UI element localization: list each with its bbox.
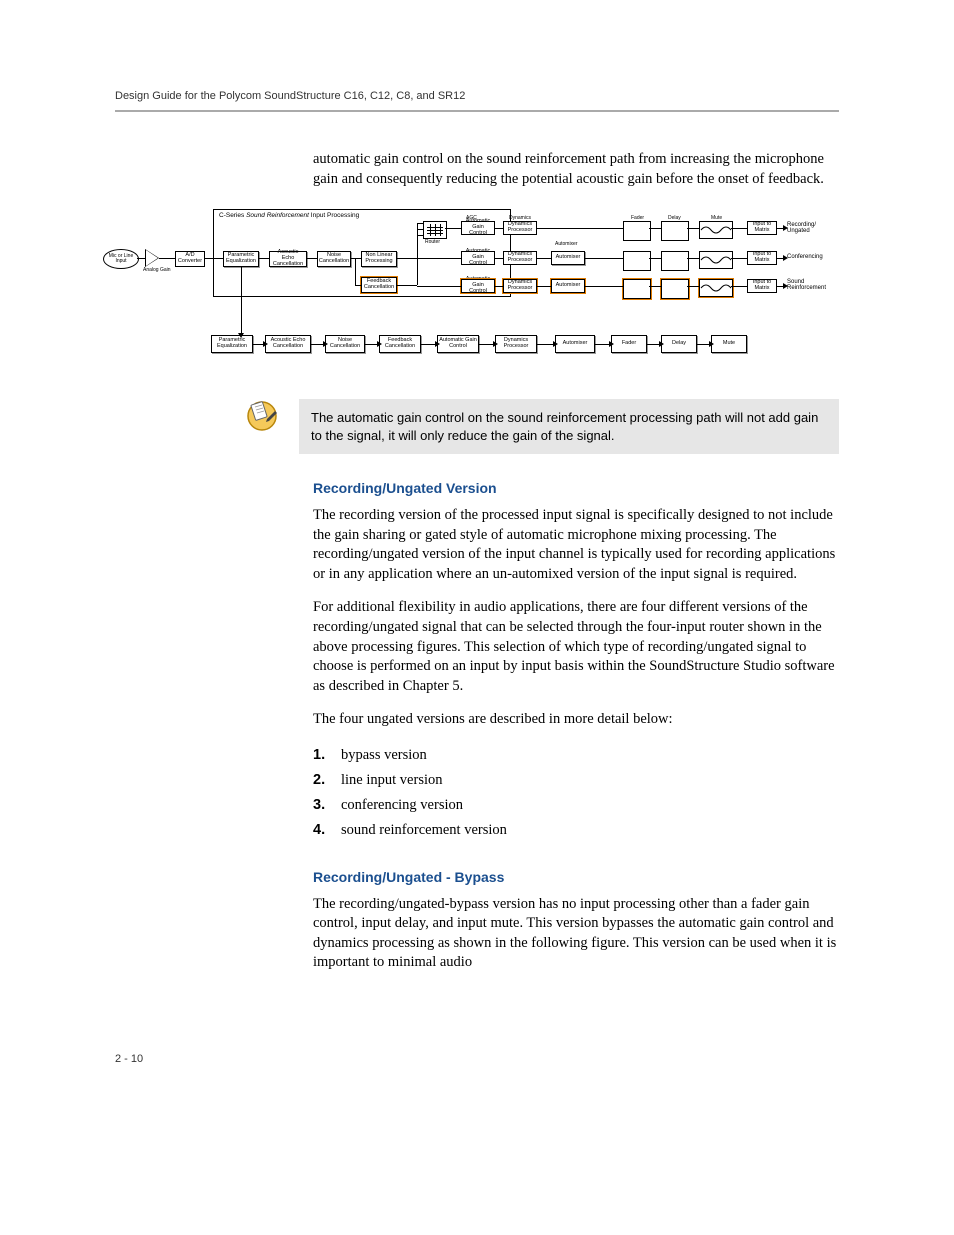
matrix-1: Input to Matrix: [747, 221, 777, 235]
dyn-3: Dynamics Processor: [503, 279, 537, 293]
nlp: Non Linear Processing: [361, 251, 397, 267]
running-header: Design Guide for the Polycom SoundStruct…: [115, 90, 839, 112]
note-text: The automatic gain control on the sound …: [299, 399, 839, 454]
gain-label: Analog Gain: [143, 267, 171, 273]
delay-2: [661, 251, 689, 271]
section-title-recording: Recording/Ungated Version: [313, 480, 839, 496]
dyn-1: Dynamics Processor: [503, 221, 537, 235]
legend-fader: Fader: [611, 335, 647, 353]
delay-1: [661, 221, 689, 241]
fader-2: [623, 251, 651, 271]
param-eq: Parametric Equalization: [223, 251, 259, 267]
list-item: 4.sound reinforcement version: [313, 819, 839, 842]
automixer-2: Automixer: [551, 251, 585, 265]
agc-2: Automatic Gain Control: [461, 251, 495, 265]
note-icon: [245, 399, 279, 433]
fader-3: [623, 279, 651, 299]
legend-fbc: Feedback Cancellation: [379, 335, 421, 353]
legend-nc: Noise Cancellation: [325, 335, 365, 353]
fader-1: [623, 221, 651, 241]
agc-3: Automatic Gain Control: [461, 279, 495, 293]
ad-converter: A/D Converter: [175, 251, 205, 267]
gain-triangle: [145, 249, 159, 267]
page-number: 2 - 10: [115, 1053, 839, 1065]
legend-dyn: Dynamics Processor: [495, 335, 537, 353]
out-conferencing: Conferencing: [787, 254, 823, 260]
router-label: Router: [425, 239, 440, 245]
noise-cancel: Noise Cancellation: [317, 251, 351, 267]
paragraph: automatic gain control on the sound rein…: [313, 150, 839, 189]
paragraph: The four ungated versions are described …: [313, 710, 839, 730]
dyn-2: Dynamics Processor: [503, 251, 537, 265]
diagram-frame-title: C-Series Sound Reinforcement Input Proce…: [219, 212, 359, 219]
aec: Acoustic Echo Cancellation: [269, 251, 307, 267]
list-item: 2.line input version: [313, 769, 839, 792]
mute-1: [699, 221, 733, 239]
section-title-bypass: Recording/Ungated - Bypass: [313, 869, 839, 885]
automix-label-2: Automixer: [555, 241, 578, 247]
signal-flow-diagram: C-Series Sound Reinforcement Input Proce…: [103, 209, 839, 369]
legend-automix: Automixer: [555, 335, 595, 353]
legend-delay: Delay: [661, 335, 697, 353]
paragraph: The recording/ungated-bypass version has…: [313, 895, 839, 973]
agc-1: Automatic Gain Control: [461, 221, 495, 235]
delay-3: [661, 279, 689, 299]
mute-3: [699, 279, 733, 297]
out-recording: Recording/ Ungated: [787, 222, 839, 235]
legend-aec: Acoustic Echo Cancellation: [265, 335, 311, 353]
paragraph: For additional flexibility in audio appl…: [313, 598, 839, 696]
automixer-3: Automixer: [551, 279, 585, 293]
legend-peq: Parametric Equalization: [211, 335, 253, 353]
router-icon: [423, 221, 447, 239]
mute-2: [699, 251, 733, 269]
ungated-versions-list: 1.bypass version 2.line input version 3.…: [313, 744, 839, 843]
legend-mute: Mute: [711, 335, 747, 353]
paragraph: The recording version of the processed i…: [313, 506, 839, 584]
input-ellipse: Mic or Line Input: [103, 249, 139, 269]
feedback-cancel: Feedback Cancellation: [361, 277, 397, 293]
matrix-3: Input to Matrix: [747, 279, 777, 293]
legend-agc: Automatic Gain Control: [437, 335, 479, 353]
list-item: 1.bypass version: [313, 744, 839, 767]
out-sr: Sound Reinforcement: [787, 279, 839, 292]
list-item: 3.conferencing version: [313, 794, 839, 817]
matrix-2: Input to Matrix: [747, 251, 777, 265]
